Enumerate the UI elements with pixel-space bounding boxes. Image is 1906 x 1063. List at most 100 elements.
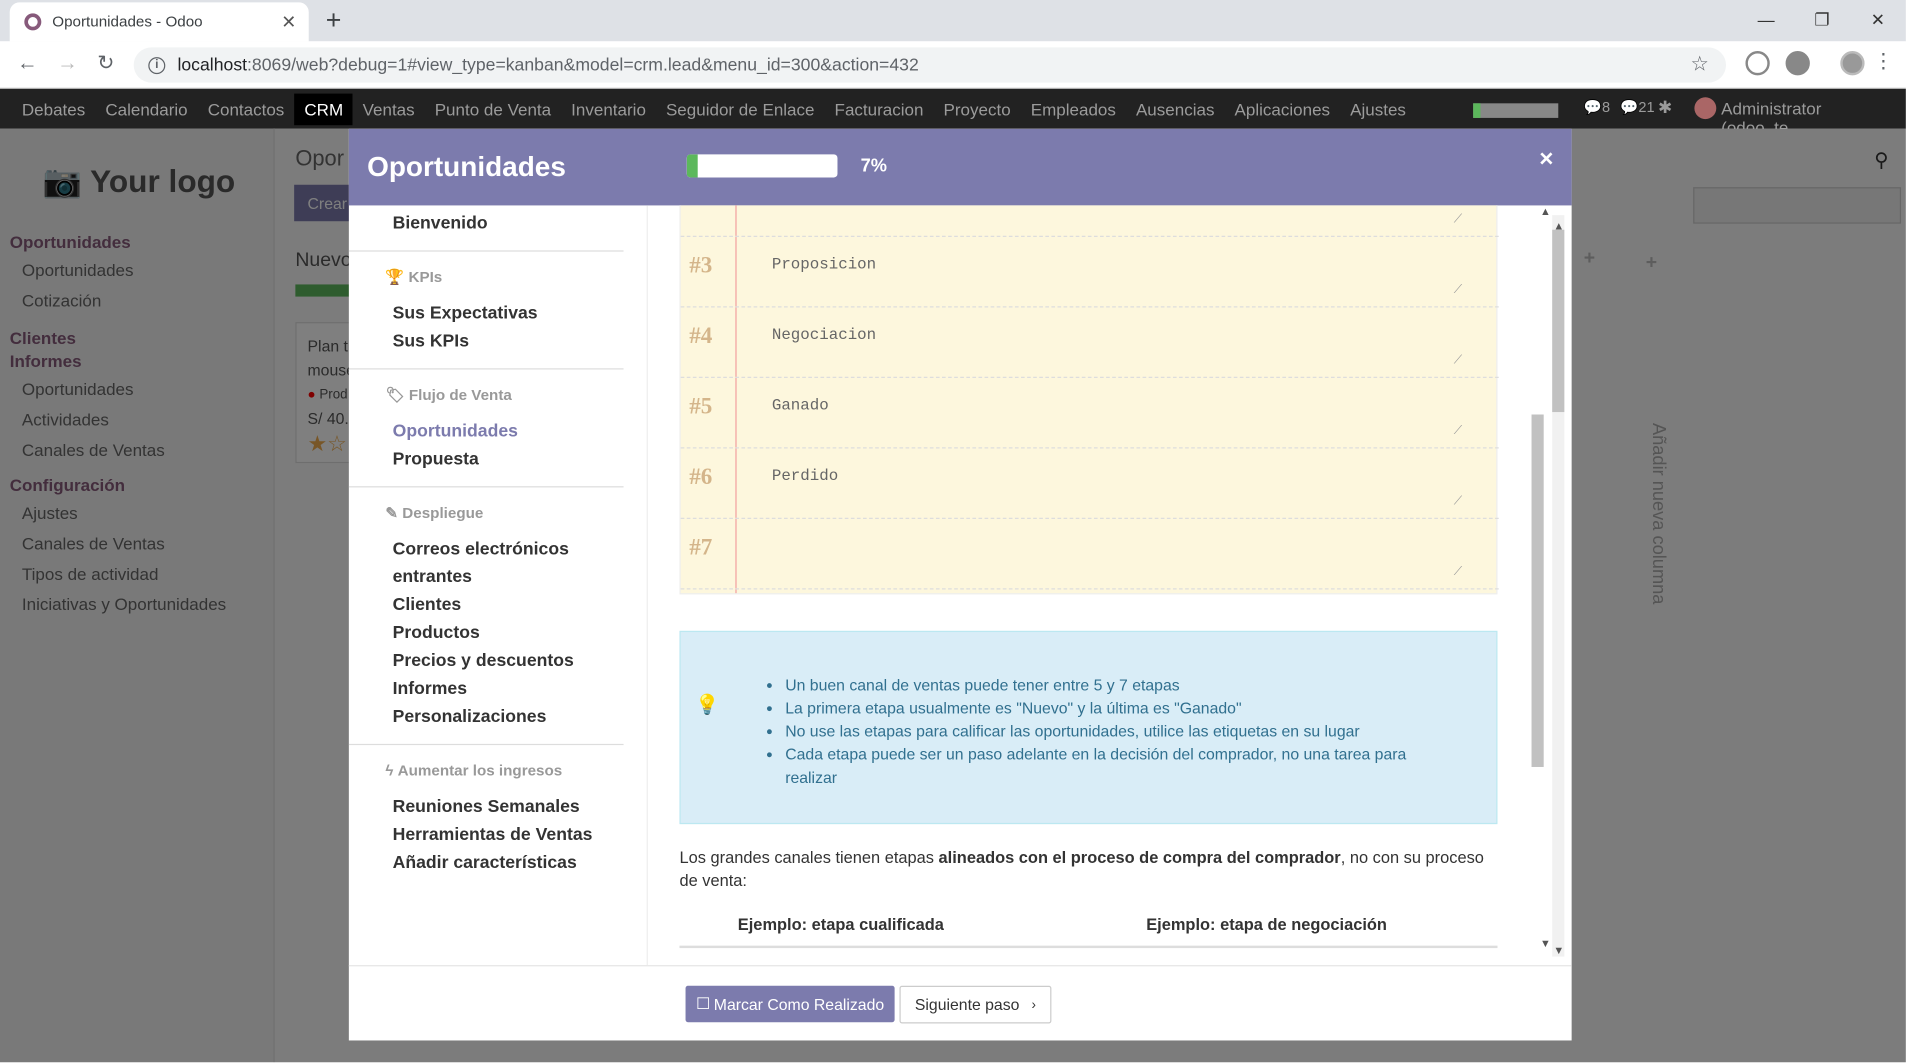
stage-name[interactable]: Ganado bbox=[772, 396, 829, 414]
resize-grip-icon[interactable]: ⟋ bbox=[1454, 495, 1463, 508]
nav-section-title: ✎ Despliegue bbox=[385, 504, 484, 522]
menu-contactos[interactable]: Contactos bbox=[208, 93, 285, 125]
stage-name[interactable]: Proposicion bbox=[772, 255, 876, 273]
inner-scroll-thumb[interactable] bbox=[1531, 414, 1544, 767]
nav-section-flujo: 🏷 Flujo de Venta Oportunidades Propuesta bbox=[348, 370, 624, 488]
close-window-icon[interactable]: ✕ bbox=[1850, 0, 1906, 39]
menu-seguidor-de-enlace[interactable]: Seguidor de Enlace bbox=[666, 93, 815, 125]
site-info-icon[interactable]: i bbox=[148, 56, 166, 74]
stage-name[interactable]: Perdido bbox=[772, 467, 838, 485]
resize-grip-icon[interactable]: ⟋ bbox=[1454, 424, 1463, 437]
stage-number: #7 bbox=[689, 534, 713, 561]
nav-item-herramientas[interactable]: Herramientas de Ventas bbox=[393, 822, 624, 850]
bookmark-star-icon[interactable]: ☆ bbox=[1690, 52, 1709, 76]
nav-item-reuniones[interactable]: Reuniones Semanales bbox=[393, 794, 624, 822]
stage-number: #6 bbox=[689, 464, 713, 490]
url-host: localhost bbox=[177, 55, 248, 75]
menu-facturacion[interactable]: Facturacion bbox=[835, 93, 924, 125]
dialog-footer: ☐ Marcar Como Realizado Siguiente paso › bbox=[348, 965, 1572, 1040]
nav-item-bienvenido[interactable]: Bienvenido bbox=[393, 210, 624, 238]
menu-aplicaciones[interactable]: Aplicaciones bbox=[1235, 93, 1331, 125]
onboarding-nav: Bienvenido 🏆 KPIs Sus Expectativas Sus K… bbox=[348, 205, 648, 966]
chevron-right-icon: › bbox=[1031, 997, 1037, 1012]
restore-icon[interactable]: ❐ bbox=[1794, 0, 1850, 39]
stage-name[interactable]: Negociacion bbox=[772, 326, 876, 344]
menu-crm[interactable]: CRM bbox=[294, 92, 353, 125]
menu-calendario[interactable]: Calendario bbox=[105, 93, 187, 125]
menu-ajustes[interactable]: Ajustes bbox=[1350, 93, 1406, 125]
content-scrollbar[interactable]: ▲ ▼ ▲ ▼ bbox=[1531, 205, 1565, 965]
profile-avatar-icon[interactable] bbox=[1840, 51, 1865, 76]
menu-ausencias[interactable]: Ausencias bbox=[1136, 93, 1215, 125]
outer-scroll-thumb[interactable] bbox=[1552, 229, 1565, 413]
stage-row[interactable]: ⟋ bbox=[680, 205, 1499, 238]
back-icon[interactable]: ← bbox=[17, 51, 38, 75]
stage-row[interactable]: #5 Ganado ⟋ bbox=[680, 378, 1499, 449]
menu-inventario[interactable]: Inventario bbox=[571, 93, 646, 125]
browser-menu-icon[interactable]: ⋮ bbox=[1873, 50, 1894, 74]
extension-icon[interactable] bbox=[1785, 51, 1810, 76]
nav-item-informes[interactable]: Informes bbox=[393, 676, 624, 704]
nav-item-clientes[interactable]: Clientes bbox=[393, 592, 624, 620]
resize-grip-icon[interactable]: ⟋ bbox=[1454, 283, 1463, 296]
url-path: :8069/web?debug=1#view_type=kanban&model… bbox=[247, 55, 919, 75]
browser-tab[interactable]: Oportunidades - Odoo ✕ bbox=[9, 2, 309, 42]
stage-number: #5 bbox=[689, 393, 713, 420]
nav-item-oportunidades[interactable]: Oportunidades bbox=[393, 418, 624, 446]
stage-number: #3 bbox=[689, 252, 713, 279]
resize-grip-icon[interactable]: ⟋ bbox=[1454, 354, 1463, 367]
forward-icon[interactable]: → bbox=[57, 51, 78, 75]
stage-row[interactable]: #6 Perdido ⟋ bbox=[680, 449, 1499, 520]
nav-item-correos[interactable]: Correos electrónicos entrantes bbox=[393, 536, 587, 592]
mark-done-button[interactable]: ☐ Marcar Como Realizado bbox=[685, 985, 895, 1023]
nav-item-expectativas[interactable]: Sus Expectativas bbox=[393, 300, 624, 328]
nav-section-kpis: 🏆 KPIs Sus Expectativas Sus KPIs bbox=[348, 252, 624, 370]
activity-badge: 21 bbox=[1638, 98, 1655, 116]
minimize-icon[interactable]: — bbox=[1738, 0, 1794, 39]
menu-ventas[interactable]: Ventas bbox=[363, 93, 415, 125]
nav-item-caracteristicas[interactable]: Añadir características bbox=[393, 850, 624, 878]
menu-proyecto[interactable]: Proyecto bbox=[944, 93, 1011, 125]
odoo-top-menu: Debates Calendario Contactos CRM Ventas … bbox=[0, 88, 1906, 137]
next-step-button[interactable]: Siguiente paso › bbox=[899, 985, 1052, 1024]
menu-empleados[interactable]: Empleados bbox=[1031, 93, 1116, 125]
nav-item-propuesta[interactable]: Propuesta bbox=[393, 446, 624, 474]
nav-item-kpis[interactable]: Sus KPIs bbox=[393, 328, 624, 356]
extension-icon[interactable] bbox=[1745, 51, 1770, 76]
stage-row[interactable]: #4 Negociacion ⟋ bbox=[680, 308, 1499, 379]
tip-item: No use las etapas para calificar las opo… bbox=[785, 720, 1444, 743]
stage-row[interactable]: #3 Proposicion ⟋ bbox=[680, 237, 1499, 308]
bolt-icon: ϟ bbox=[385, 762, 394, 780]
example-table-header: Ejemplo: etapa cualificada Ejemplo: etap… bbox=[679, 908, 1498, 949]
nav-item-productos[interactable]: Productos bbox=[393, 620, 624, 648]
menu-punto-de-venta[interactable]: Punto de Venta bbox=[435, 93, 551, 125]
scroll-up-icon[interactable]: ▲ bbox=[1553, 220, 1564, 232]
reload-icon[interactable]: ↻ bbox=[97, 51, 114, 75]
nav-item-personalizaciones[interactable]: Personalizaciones bbox=[393, 704, 624, 732]
stage-number: #4 bbox=[689, 323, 713, 349]
tip-item: Un buen canal de ventas puede tener entr… bbox=[785, 673, 1444, 696]
activity-icon[interactable]: 💬21 bbox=[1620, 98, 1654, 115]
scroll-down-icon[interactable]: ▼ bbox=[1540, 937, 1551, 949]
nav-item-precios[interactable]: Precios y descuentos bbox=[393, 648, 624, 676]
scroll-up-icon[interactable]: ▲ bbox=[1540, 205, 1551, 217]
dialog-title: Oportunidades bbox=[367, 150, 566, 183]
nav-section-ingresos: ϟ Aumentar los ingresos Reuniones Semana… bbox=[349, 745, 624, 890]
resize-grip-icon[interactable]: ⟋ bbox=[1454, 565, 1463, 578]
resize-grip-icon[interactable]: ⟋ bbox=[1454, 213, 1463, 226]
screen: Oportunidades - Odoo ✕ + — ❐ ✕ ← → ↻ i l… bbox=[0, 0, 1906, 1063]
onboarding-progress-bar bbox=[686, 154, 838, 178]
stage-row[interactable]: #7 ⟋ bbox=[680, 519, 1499, 590]
nav-section-title: ϟ Aumentar los ingresos bbox=[385, 762, 563, 780]
debug-bug-icon[interactable]: ✱ bbox=[1658, 97, 1672, 118]
new-tab-icon[interactable]: + bbox=[326, 5, 342, 37]
url-field[interactable]: i localhost:8069/web?debug=1#view_type=k… bbox=[133, 47, 1727, 83]
user-avatar[interactable] bbox=[1694, 97, 1717, 120]
scroll-down-icon[interactable]: ▼ bbox=[1553, 944, 1564, 956]
chat-icon[interactable]: 💬8 bbox=[1584, 98, 1610, 115]
menu-debates[interactable]: Debates bbox=[22, 93, 85, 125]
progress-percent: 7% bbox=[860, 155, 887, 177]
close-icon[interactable]: × bbox=[1539, 146, 1553, 174]
close-tab-icon[interactable]: ✕ bbox=[281, 11, 296, 33]
pipeline-paragraph: Los grandes canales tienen etapas alinea… bbox=[679, 848, 1484, 890]
